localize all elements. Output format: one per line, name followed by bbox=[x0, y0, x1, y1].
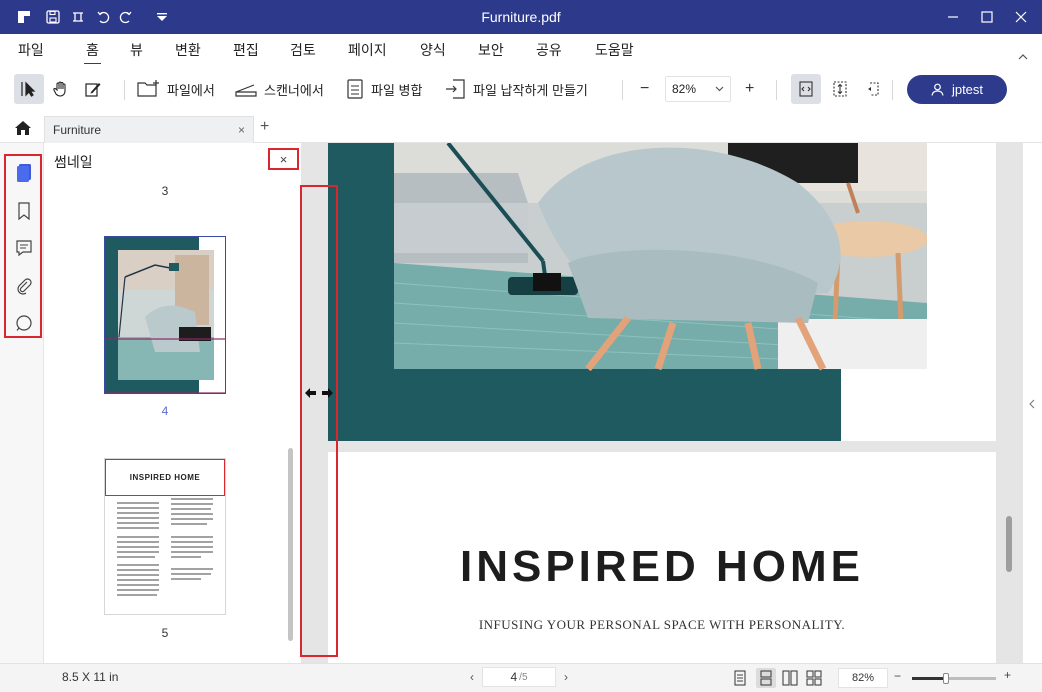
title-bar: Furniture.pdf bbox=[0, 0, 1042, 34]
rotate-icon bbox=[859, 74, 889, 104]
zoom-out-small-button[interactable]: − bbox=[894, 669, 901, 683]
document-page-5: INSPIRED HOME INFUSING YOUR PERSONAL SPA… bbox=[328, 452, 996, 663]
prev-page-button[interactable]: ‹ bbox=[470, 670, 474, 684]
zoom-slider[interactable] bbox=[912, 673, 996, 684]
continuous-view-icon[interactable] bbox=[756, 668, 776, 688]
bookmark-icon[interactable] bbox=[14, 201, 34, 221]
page-number-input[interactable]: 4/5 bbox=[482, 667, 556, 687]
from-file-button[interactable]: 파일에서 bbox=[137, 74, 215, 104]
chevron-down-icon bbox=[715, 86, 724, 92]
from-scanner-button[interactable]: 스캔너에서 bbox=[234, 74, 324, 104]
page-5-heading: INSPIRED HOME bbox=[459, 542, 865, 591]
hand-tool-button[interactable] bbox=[46, 74, 76, 104]
fit-width-button[interactable] bbox=[791, 74, 821, 104]
grid-view-icon[interactable] bbox=[804, 668, 824, 688]
page-navigator: ‹ 4/5 › bbox=[470, 667, 568, 687]
thumbnail-4-image bbox=[105, 237, 225, 393]
zoom-level-display[interactable]: 82% bbox=[838, 668, 888, 688]
menu-share[interactable]: 공유 bbox=[536, 40, 562, 60]
document-viewport: INSPIRED HOME INFUSING YOUR PERSONAL SPA… bbox=[302, 143, 1022, 663]
zoom-select[interactable]: 82% bbox=[665, 76, 731, 102]
thumbnail-page-5[interactable]: INSPIRED HOME bbox=[104, 458, 226, 615]
quick-access-dropdown-icon[interactable] bbox=[154, 9, 170, 25]
edit-icon bbox=[78, 74, 108, 104]
menu-help[interactable]: 도움말 bbox=[595, 40, 634, 60]
fit-page-button[interactable] bbox=[825, 74, 855, 104]
search-icon[interactable] bbox=[14, 313, 34, 333]
scanner-icon bbox=[235, 84, 257, 97]
menu-home[interactable]: 홈 bbox=[84, 40, 101, 66]
collapse-ribbon-icon[interactable] bbox=[1018, 48, 1028, 63]
status-bar: 8.5 X 11 in ‹ 4/5 › 82% − + bbox=[0, 663, 1042, 692]
two-page-view-icon[interactable] bbox=[780, 668, 800, 688]
fit-screen-icon[interactable] bbox=[70, 9, 86, 25]
save-icon[interactable] bbox=[45, 9, 61, 25]
page-size-label: 8.5 X 11 in bbox=[62, 670, 119, 684]
menu-view[interactable]: 뷰 bbox=[130, 40, 143, 60]
thumbnail-panel-icon[interactable] bbox=[14, 163, 34, 183]
menu-convert[interactable]: 변환 bbox=[175, 40, 201, 60]
thumbnail-page-number: 4 bbox=[161, 404, 169, 418]
menu-review[interactable]: 검토 bbox=[290, 40, 316, 60]
page-4-photo bbox=[328, 143, 996, 441]
document-page-4 bbox=[328, 143, 996, 441]
thumbnail-panel: 썸네일 × 3 4 INSPIRED HOME 5 bbox=[44, 143, 302, 663]
zoom-out-button[interactable]: − bbox=[640, 74, 649, 104]
edit-tool-button[interactable] bbox=[78, 74, 108, 104]
hand-icon bbox=[46, 74, 76, 104]
fit-width-icon bbox=[791, 74, 821, 104]
right-collapse-rail bbox=[1022, 143, 1042, 663]
panel-splitter-highlight bbox=[300, 185, 338, 657]
expand-right-panel-icon[interactable] bbox=[1029, 397, 1035, 412]
compress-file-button[interactable]: 파일 납작하게 만들기 bbox=[445, 74, 588, 104]
rotate-view-button[interactable] bbox=[859, 74, 889, 104]
close-window-icon[interactable] bbox=[1004, 0, 1038, 34]
menu-security[interactable]: 보안 bbox=[478, 40, 504, 60]
redo-icon[interactable] bbox=[118, 9, 134, 25]
undo-icon[interactable] bbox=[95, 9, 111, 25]
comment-icon[interactable] bbox=[14, 238, 34, 258]
minimize-icon[interactable] bbox=[936, 0, 970, 34]
menu-form[interactable]: 양식 bbox=[420, 40, 446, 60]
home-icon[interactable] bbox=[14, 120, 32, 139]
thumbnail-page-number: 3 bbox=[161, 184, 169, 198]
menu-bar: 파일 홈 뷰 변환 편집 검토 페이지 양식 보안 공유 도움말 bbox=[0, 34, 1042, 66]
menu-edit[interactable]: 편집 bbox=[233, 40, 259, 60]
panel-scrollbar[interactable] bbox=[288, 448, 293, 641]
select-tool-button[interactable] bbox=[14, 74, 44, 104]
menu-file[interactable]: 파일 bbox=[18, 40, 44, 60]
user-icon bbox=[931, 83, 944, 96]
close-panel-icon[interactable]: × bbox=[268, 148, 299, 170]
single-page-view-icon[interactable] bbox=[730, 668, 750, 688]
fit-page-icon bbox=[825, 74, 855, 104]
app-logo-icon[interactable] bbox=[16, 9, 32, 25]
document-tabs: Furniture × + bbox=[0, 114, 1042, 143]
document-scrollbar[interactable] bbox=[1006, 516, 1012, 572]
next-page-button[interactable]: › bbox=[564, 670, 568, 684]
attachment-icon[interactable] bbox=[14, 276, 34, 296]
panel-title: 썸네일 bbox=[54, 154, 93, 170]
zoom-slider-thumb[interactable] bbox=[942, 673, 949, 684]
close-tab-icon[interactable]: × bbox=[238, 123, 245, 137]
add-tab-button[interactable]: + bbox=[260, 118, 269, 136]
resize-handle-icon[interactable] bbox=[304, 387, 334, 399]
user-account-button[interactable]: jptest bbox=[907, 75, 1007, 104]
tab-furniture[interactable]: Furniture × bbox=[44, 116, 254, 143]
merge-files-button[interactable]: 파일 병합 bbox=[345, 74, 422, 104]
cursor-icon bbox=[14, 74, 44, 104]
folder-add-icon bbox=[137, 80, 159, 97]
thumbnail-page-4[interactable] bbox=[104, 236, 226, 394]
zoom-in-button[interactable]: + bbox=[745, 74, 754, 104]
compress-icon bbox=[446, 79, 465, 99]
thumbnail-page-number: 5 bbox=[161, 626, 169, 640]
merge-icon bbox=[347, 79, 363, 99]
toolbar: 파일에서 스캔너에서 파일 병합 파일 납작하게 만들기 − + bbox=[0, 64, 1042, 114]
zoom-in-small-button[interactable]: + bbox=[1004, 668, 1011, 682]
menu-page[interactable]: 페이지 bbox=[348, 40, 387, 60]
page-5-subheading: INFUSING YOUR PERSONAL SPACE WITH PERSON… bbox=[478, 617, 846, 632]
maximize-icon[interactable] bbox=[970, 0, 1004, 34]
thumbnail-5-text-lines bbox=[117, 498, 213, 596]
zoom-slider-fill bbox=[912, 677, 946, 680]
